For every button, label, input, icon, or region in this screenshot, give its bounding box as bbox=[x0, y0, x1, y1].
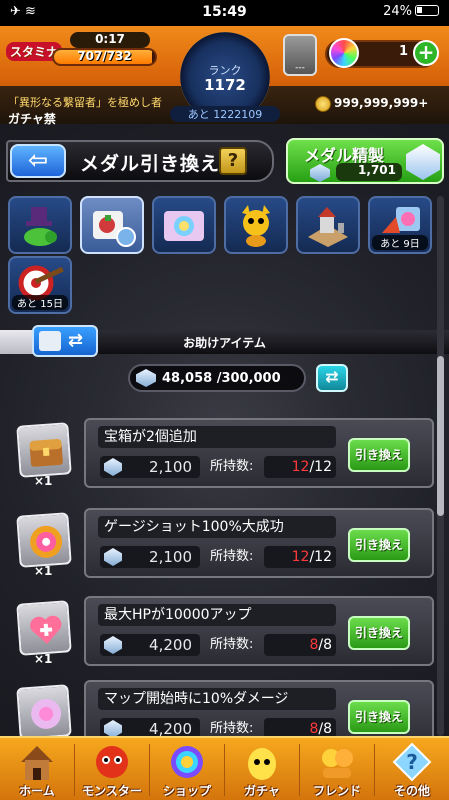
item-price: 4,200 bbox=[100, 634, 200, 656]
item-slot-text: --- bbox=[295, 63, 305, 73]
page-header: ⇦ メダル引き換え ? メダル精製 1,701 bbox=[0, 138, 449, 184]
item-price: 2,100 bbox=[100, 456, 200, 478]
item-card: 宝箱が2個追加 2,100 所持数: 12/12 引き換え bbox=[84, 418, 434, 488]
swap-arrows-icon: ⇄ bbox=[68, 330, 84, 351]
list-item: ×1 宝箱が2個追加 2,100 所持数: 12/12 引き換え bbox=[0, 418, 449, 502]
scrollbar-thumb[interactable] bbox=[437, 356, 444, 516]
game-screen: ✈ ≋ 15:49 24% スタミナ 0:17 707/732 ランク 1172… bbox=[0, 0, 449, 800]
list-item: ×1 ゲージショット100%大成功 2,100 所持数: 12/12 引き換え bbox=[0, 508, 449, 592]
refine-count: 1,701 bbox=[336, 163, 402, 181]
stamina-timer: 0:17 bbox=[70, 32, 150, 48]
coin-icon bbox=[315, 96, 331, 112]
status-time: 15:49 bbox=[202, 4, 247, 20]
item-name: 宝箱が2個追加 bbox=[98, 426, 336, 448]
back-button[interactable]: ⇦ bbox=[10, 144, 66, 178]
medal-icon bbox=[104, 636, 122, 654]
battery-percent: 24% bbox=[383, 4, 412, 19]
event-timer: あと 15日 bbox=[12, 295, 68, 310]
owned-count: 12/12 bbox=[264, 456, 336, 478]
tile-helper-item[interactable] bbox=[80, 196, 144, 254]
owned-label: 所持数: bbox=[210, 637, 254, 652]
medal-refine-button[interactable]: メダル精製 1,701 bbox=[286, 138, 444, 184]
player-title: 「異形なる繋留者」を極めし者 bbox=[8, 96, 162, 109]
nav-home[interactable]: ホーム bbox=[0, 738, 74, 800]
item-quantity: ×1 bbox=[34, 564, 53, 578]
rainbow-card-icon bbox=[164, 211, 204, 241]
heart-icon bbox=[16, 600, 72, 656]
tile-frog[interactable] bbox=[8, 196, 72, 254]
buy-gems-button[interactable]: + bbox=[413, 40, 439, 66]
tile-castle[interactable] bbox=[296, 196, 360, 254]
help-button[interactable]: ? bbox=[219, 147, 247, 175]
item-quantity: ×1 bbox=[34, 652, 53, 666]
orb-icon bbox=[171, 746, 203, 778]
orb-gem-icon bbox=[329, 38, 359, 68]
rank-value: 1172 bbox=[204, 76, 246, 94]
tile-monster[interactable] bbox=[224, 196, 288, 254]
tile-card[interactable] bbox=[152, 196, 216, 254]
page-title: メダル引き換え bbox=[80, 153, 221, 175]
owned-count: 8/8 bbox=[264, 634, 336, 656]
monster-icon bbox=[96, 746, 128, 778]
exchange-button[interactable]: 引き換え bbox=[348, 700, 410, 734]
list-item: ×1 最大HPが10000アップ 4,200 所持数: 8/8 引き換え bbox=[0, 596, 449, 680]
home-icon bbox=[21, 746, 53, 780]
treasure-chest-icon bbox=[16, 422, 72, 478]
refine-gem-icon bbox=[406, 144, 440, 180]
item-name: ゲージショット100%大成功 bbox=[98, 516, 336, 538]
nav-other[interactable]: ? その他 bbox=[375, 738, 449, 800]
damage-orb-icon bbox=[16, 684, 72, 740]
nav-shop[interactable]: ショップ bbox=[150, 738, 224, 800]
gem-count: 1 bbox=[398, 44, 408, 59]
svg-text:?: ? bbox=[406, 750, 418, 774]
medal-icon bbox=[104, 458, 122, 476]
stamina-value: 707/732 bbox=[77, 49, 132, 63]
nav-friend[interactable]: フレンド bbox=[300, 738, 374, 800]
balance-swap-button[interactable]: ⇄ bbox=[316, 364, 348, 392]
question-mark-icon: ? bbox=[392, 742, 432, 782]
friend-icon bbox=[322, 749, 353, 778]
monster-icon bbox=[242, 205, 270, 247]
medal-balance: 48,058 /300,000 bbox=[128, 364, 306, 392]
item-name: 最大HPが10000アップ bbox=[98, 604, 336, 626]
battery-icon bbox=[415, 5, 439, 16]
item-quantity: ×1 bbox=[34, 474, 53, 488]
helper-item-mini-icon bbox=[39, 331, 61, 351]
section-switch-button[interactable]: ⇄ bbox=[32, 325, 98, 357]
medal-icon bbox=[136, 369, 156, 387]
bottom-nav: ホーム モンスター ショップ ガチャ フレンド ? その他 bbox=[0, 736, 449, 800]
event-timer: あと 9日 bbox=[372, 235, 428, 250]
medal-balance-value: 48,058 /300,000 bbox=[162, 371, 281, 386]
status-bar: ✈ ≋ 15:49 24% bbox=[0, 0, 449, 26]
item-name: マップ開始時に10%ダメージ bbox=[98, 688, 336, 710]
frog-hat-icon bbox=[24, 207, 57, 246]
nav-gacha[interactable]: ガチャ bbox=[225, 738, 299, 800]
tile-event-2[interactable]: あと 15日 bbox=[8, 256, 72, 314]
owned-label: 所持数: bbox=[210, 549, 254, 564]
helper-item-icon bbox=[93, 211, 136, 247]
exchange-button[interactable]: 引き換え bbox=[348, 438, 410, 472]
nav-monster[interactable]: モンスター bbox=[75, 738, 149, 800]
gacha-egg-icon bbox=[248, 748, 276, 780]
castle-icon bbox=[308, 207, 348, 247]
exchange-button[interactable]: 引き換え bbox=[348, 528, 410, 562]
rank-next-exp: あと 1222109 bbox=[170, 106, 280, 122]
tile-event-1[interactable]: あと 9日 bbox=[368, 196, 432, 254]
owned-count: 12/12 bbox=[264, 546, 336, 568]
battery-indicator: 24% bbox=[383, 4, 439, 19]
gauge-shot-icon bbox=[16, 512, 72, 568]
owned-label: 所持数: bbox=[210, 459, 254, 474]
exchange-button[interactable]: 引き換え bbox=[348, 616, 410, 650]
coin-count: 999,999,999+ bbox=[334, 96, 429, 110]
player-name: ガチャ禁 bbox=[8, 112, 56, 126]
medal-icon bbox=[104, 548, 122, 566]
player-header: スタミナ 0:17 707/732 ランク 1172 あと 1222109 --… bbox=[0, 26, 449, 126]
equipped-item-slot[interactable]: --- bbox=[283, 34, 317, 76]
item-price: 2,100 bbox=[100, 546, 200, 568]
item-card: 最大HPが10000アップ 4,200 所持数: 8/8 引き換え bbox=[84, 596, 434, 666]
item-card: ゲージショット100%大成功 2,100 所持数: 12/12 引き換え bbox=[84, 508, 434, 578]
medal-icon bbox=[310, 164, 330, 182]
